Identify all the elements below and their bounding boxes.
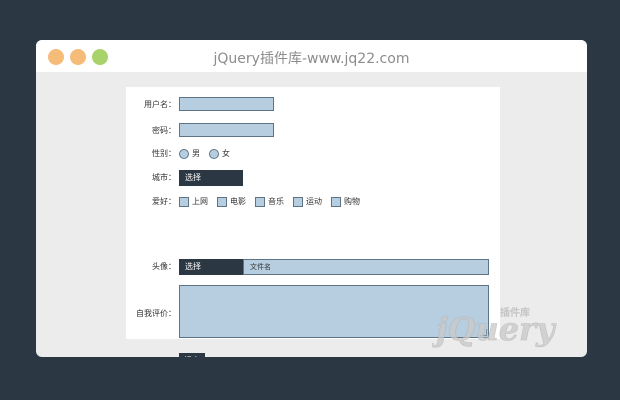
hobby-label: 爱好：	[152, 197, 176, 206]
hobby-label-movie: 电影	[230, 197, 246, 206]
gender-female-label: 女	[222, 149, 230, 158]
hobby-checkbox-shopping[interactable]	[331, 197, 341, 207]
password-input[interactable]	[179, 123, 274, 137]
title-bar: jQuery插件库-www.jq22.com	[36, 40, 587, 72]
username-label: 用户名：	[144, 100, 176, 109]
username-input[interactable]	[179, 97, 274, 111]
city-select[interactable]: 选择	[179, 170, 243, 186]
svg-text:jQuery: jQuery	[432, 310, 557, 348]
city-label: 城市：	[152, 173, 176, 182]
jquery-watermark-logo: jQuery 插件库	[432, 306, 557, 348]
avatar-filename-field[interactable]: 文件名	[243, 259, 489, 275]
avatar-label: 头像：	[152, 262, 176, 271]
bio-label: 自我评价：	[136, 309, 176, 318]
gender-female-radio[interactable]	[209, 149, 219, 159]
avatar-choose-button[interactable]: 选择	[179, 259, 243, 275]
gender-male-label: 男	[192, 149, 200, 158]
hobby-checkbox-internet[interactable]	[179, 197, 189, 207]
hobby-label-internet: 上网	[192, 197, 208, 206]
hobby-checkbox-music[interactable]	[255, 197, 265, 207]
hobby-label-shopping: 购物	[344, 197, 360, 206]
gender-label: 性别：	[152, 149, 176, 158]
hobby-label-music: 音乐	[268, 197, 284, 206]
submit-button[interactable]: 提交	[179, 353, 205, 357]
hobby-checkbox-sports[interactable]	[293, 197, 303, 207]
svg-text:插件库: 插件库	[500, 306, 530, 319]
password-label: 密码：	[152, 126, 176, 135]
hobby-label-sports: 运动	[306, 197, 322, 206]
form-card: 用户名： 密码： 性别： 男 女 城市： 选择 爱好： 上网 电影 音乐 运动 …	[126, 87, 500, 357]
window-title: jQuery插件库-www.jq22.com	[213, 51, 410, 67]
gender-male-radio[interactable]	[179, 149, 189, 159]
hobby-checkbox-movie[interactable]	[217, 197, 227, 207]
